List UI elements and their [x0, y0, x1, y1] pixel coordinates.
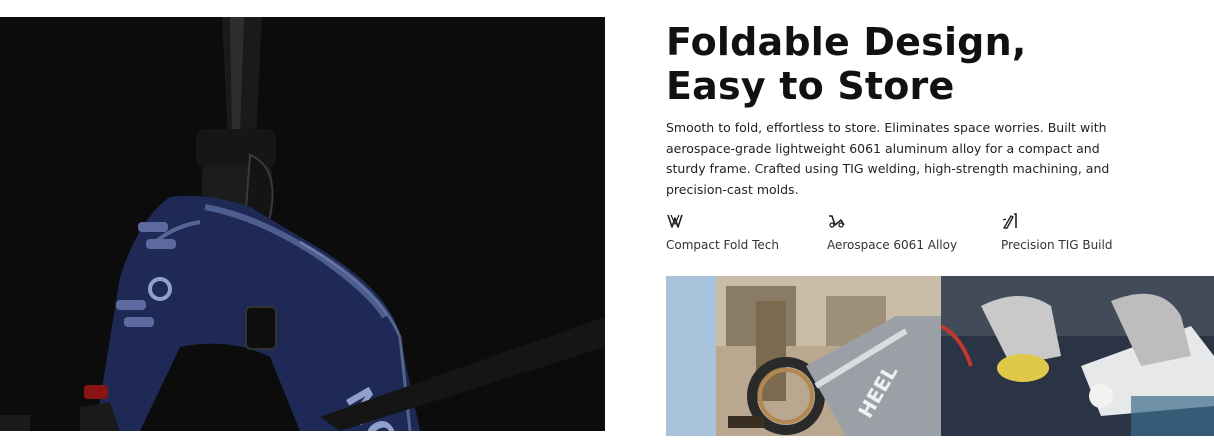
hero-bike-frame-image: MO — [0, 17, 605, 431]
feature-list: Compact Fold Tech Aerospace 6061 Alloy P… — [666, 212, 1214, 262]
fold-icon — [666, 212, 684, 230]
alloy-frame-icon — [827, 212, 845, 230]
welding-icon — [1001, 212, 1019, 230]
photo-gallery: HEEL — [666, 276, 1214, 436]
section-title: Foldable Design, Easy to Store — [666, 20, 1027, 108]
feature-label: Aerospace 6061 Alloy — [827, 238, 958, 252]
rider-folding-bike-photo: HEEL — [666, 276, 941, 436]
feature-item-precision-tig: Precision TIG Build — [1001, 212, 1112, 252]
feature-item-aerospace-alloy: Aerospace 6061 Alloy — [827, 212, 957, 252]
welding-process-photo — [941, 276, 1214, 436]
section-description: Smooth to fold, effortless to store. Eli… — [666, 120, 1110, 197]
feature-section: Foldable Design, Easy to Store Smooth to… — [666, 20, 1214, 200]
feature-label: Precision TIG Build — [1001, 238, 1113, 252]
feature-label: Compact Fold Tech — [666, 238, 779, 252]
feature-item-compact-fold: Compact Fold Tech — [666, 212, 779, 252]
